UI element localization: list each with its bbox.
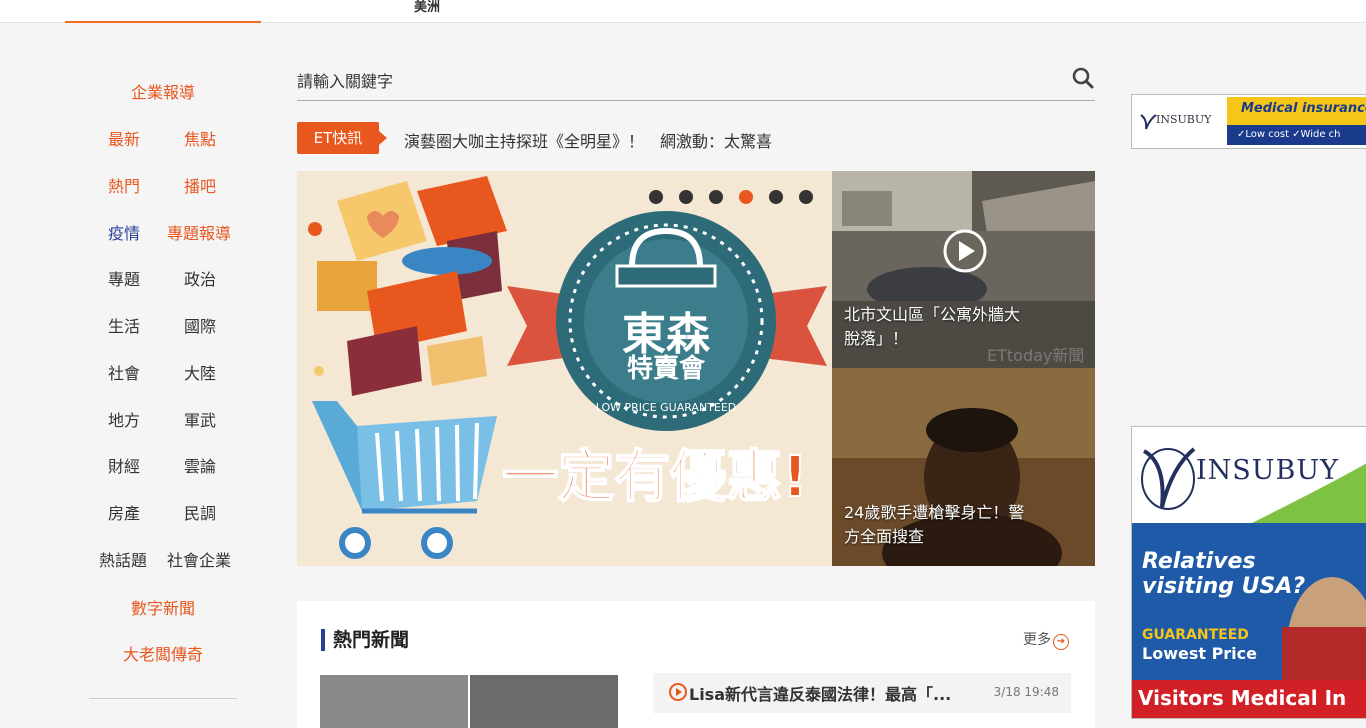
nav-local[interactable]: 地方 (108, 407, 140, 431)
carousel-dot[interactable] (769, 190, 783, 204)
side-story-2[interactable]: 24歲歌手遭槍擊身亡！警 方全面搜查 (832, 368, 1095, 566)
promo-banner-art: 東森 特賣會 LOW PRICE GUARANTEED 一定有優惠! (297, 171, 832, 566)
ad-side-headline: Relatives visiting USA? (1142, 549, 1305, 599)
top-bar: 美洲 (0, 0, 1366, 23)
nav-row: 地方 軍武 (65, 407, 261, 431)
nav-international[interactable]: 國際 (184, 313, 216, 337)
nav-topics[interactable]: 專題 (108, 266, 140, 290)
nav-china[interactable]: 大陸 (184, 360, 216, 384)
carousel-dot[interactable] (649, 190, 663, 204)
nav-realestate[interactable]: 房產 (108, 500, 140, 524)
hot-news-section: 熱門新聞 更多 ➔ Lisa新代言違反泰國法律！最高「... 3/18 19:48 (297, 601, 1095, 728)
nav-military[interactable]: 軍武 (184, 407, 216, 431)
nav-boss-legends[interactable]: 大老闆傳奇 (65, 641, 261, 665)
insubuy-logo-icon (1140, 114, 1157, 130)
nav-focus[interactable]: 焦點 (184, 126, 216, 150)
promo-banner[interactable]: 東森 特賣會 LOW PRICE GUARANTEED 一定有優惠! (297, 171, 832, 566)
carousel-dot[interactable] (679, 190, 693, 204)
side-story-1-title-line1: 北市文山區「公寓外牆大 (844, 305, 1021, 324)
side-story-1[interactable]: ETtoday新聞 北市文山區「公寓外牆大 脫落」！ (832, 171, 1095, 368)
search-bar[interactable]: 請輸入關鍵字 (297, 62, 1095, 101)
ad-banner-top[interactable]: INSUBUY Medical insurance f ✓Low cost ✓W… (1131, 94, 1366, 149)
nav-row: 生活 國際 (65, 313, 261, 337)
region-tab[interactable]: 美洲 (414, 0, 440, 15)
arrow-right-icon: ➔ (1053, 634, 1069, 650)
more-link[interactable]: 更多 ➔ (1023, 629, 1069, 650)
carousel-dot-active[interactable] (739, 190, 753, 204)
more-link-label: 更多 (1023, 632, 1051, 648)
breaking-news-tag: ET快訊 (297, 122, 387, 154)
nav-special-report[interactable]: 專題報導 (167, 220, 231, 244)
nav-row: 最新 焦點 (65, 126, 261, 150)
ad-top-headline-band: Medical insurance f (1227, 97, 1366, 125)
ad-top-headline: Medical insurance f (1241, 101, 1366, 116)
nav-social-enterprise[interactable]: 社會企業 (167, 547, 231, 571)
promo-sign-line1: 東森 (622, 309, 711, 360)
promo-sign-line2: 特賣會 (627, 353, 706, 384)
ad-side-lowest: Lowest Price (1142, 644, 1257, 663)
hot-news-item-time: 3/18 19:48 (993, 685, 1059, 699)
nav-row: 社會 大陸 (65, 360, 261, 384)
hot-news-item[interactable]: Lisa新代言違反泰國法律！最高「... 3/18 19:48 (653, 673, 1071, 713)
promo-slogan: 一定有優惠! (502, 445, 808, 510)
ad-side-line2: visiting USA? (1142, 574, 1306, 599)
ad-banner-side[interactable]: INSUBUY Relatives visiting USA? GUARANTE… (1131, 426, 1366, 719)
nav-row: 財經 雲論 (65, 453, 261, 477)
breaking-news-headline[interactable]: 演藝圈大咖主持探班《全明星》！ 網激動：太驚喜 (404, 128, 772, 152)
carousel-dot[interactable] (709, 190, 723, 204)
ad-side-guaranteed: GUARANTEED (1142, 627, 1249, 643)
search-icon[interactable] (1071, 66, 1095, 90)
ad-top-brand: INSUBUY (1156, 113, 1212, 126)
nav-row: 疫情 專題報導 (65, 220, 261, 244)
nav-latest[interactable]: 最新 (108, 126, 140, 150)
nav-enterprise[interactable]: 企業報導 (65, 79, 261, 103)
nav-broadcast[interactable]: 播吧 (184, 173, 216, 197)
hot-news-item-title: Lisa新代言違反泰國法律！最高「... (689, 685, 952, 704)
breaking-news-ticker: ET快訊 演藝圈大咖主持探班《全明星》！ 網激動：太驚喜 (297, 122, 1095, 156)
search-input[interactable]: 請輸入關鍵字 (297, 68, 393, 92)
ad-side-line1: Relatives (1142, 549, 1256, 574)
side-story-1-title: 北市文山區「公寓外牆大 脫落」！ (844, 303, 1020, 351)
side-story-1-title-line2: 脫落」！ (844, 329, 909, 348)
ad-side-bottom: Visitors Medical In (1132, 680, 1366, 718)
play-icon (669, 683, 687, 701)
nav-row: 房產 民調 (65, 500, 261, 524)
side-story-2-title-line1: 24歲歌手遭槍擊身亡！警 (844, 503, 1025, 522)
hot-news-thumbnail[interactable] (470, 675, 618, 728)
nav-hot-topics[interactable]: 熱話題 (99, 547, 147, 571)
nav-hot[interactable]: 熱門 (108, 173, 140, 197)
hot-news-thumbnail[interactable] (320, 675, 468, 728)
nav-row: 熱話題 社會企業 (65, 547, 261, 571)
sidebar: 企業報導 最新 焦點 熱門 播吧 疫情 專題報導 專題 政治 生活 國際 社會 … (65, 23, 261, 728)
carousel-dots (649, 189, 813, 208)
nav-opinion[interactable]: 雲論 (184, 453, 216, 477)
nav-row: 專題 政治 (65, 266, 261, 290)
nav-politics[interactable]: 政治 (184, 266, 216, 290)
hot-news-title: 熱門新聞 (321, 629, 409, 651)
side-story-2-title: 24歲歌手遭槍擊身亡！警 方全面搜查 (844, 501, 1024, 549)
sidebar-divider (89, 698, 237, 699)
nav-finance[interactable]: 財經 (108, 453, 140, 477)
carousel-dot[interactable] (799, 190, 813, 204)
ad-top-features: ✓Low cost ✓Wide ch (1227, 125, 1366, 145)
nav-society[interactable]: 社會 (108, 360, 140, 384)
promo-arc-text: LOW PRICE GUARANTEED (596, 401, 737, 414)
nav-row: 熱門 播吧 (65, 173, 261, 197)
nav-digital-news[interactable]: 數字新聞 (65, 595, 261, 619)
nav-poll[interactable]: 民調 (184, 500, 216, 524)
side-story-2-title-line2: 方全面搜查 (844, 527, 925, 546)
nav-epidemic[interactable]: 疫情 (108, 220, 140, 244)
nav-life[interactable]: 生活 (108, 313, 140, 337)
